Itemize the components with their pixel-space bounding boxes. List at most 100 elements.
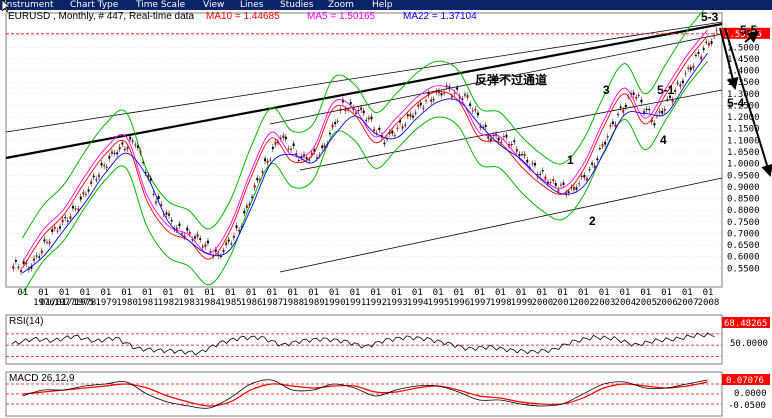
candle-body — [134, 144, 137, 146]
candle-body — [658, 111, 661, 113]
x-month-label: 01 — [557, 288, 568, 298]
candle-body — [243, 210, 246, 214]
candle-body — [502, 136, 505, 138]
candle-body — [165, 212, 168, 215]
candle-body — [287, 148, 290, 150]
candle-body — [526, 159, 529, 163]
x-year-label: 1988 — [282, 298, 304, 308]
candle-body — [617, 114, 620, 116]
x-month-label: 01 — [370, 288, 381, 298]
x-month-label: 01 — [474, 288, 485, 298]
candle-body — [596, 158, 599, 161]
macd-panel: MACD 26,12,9 0.07076 0.0000 -0.0500 — [5, 371, 770, 417]
candle-body — [334, 122, 337, 125]
x-month-label: 01 — [661, 288, 672, 298]
candle-body — [588, 169, 591, 171]
candle-body — [95, 179, 98, 181]
x-month-label: 01 — [287, 288, 298, 298]
candle-body — [601, 144, 604, 147]
menu-time-scale[interactable]: Time Scale — [136, 0, 185, 10]
annotation-wave-5-3: 5-3 — [701, 10, 719, 24]
price-y-tick-label: 1.1000 — [727, 136, 760, 146]
x-year-label: 1991 — [345, 298, 367, 308]
candle-body — [614, 124, 617, 127]
candle-body — [476, 112, 479, 116]
candle-body — [430, 99, 433, 103]
candle-body — [90, 181, 93, 184]
candle-body — [471, 110, 474, 112]
candle-body — [84, 194, 87, 196]
candle-body — [640, 99, 643, 103]
candle-body — [126, 147, 129, 150]
candle-body — [336, 120, 339, 122]
menu-zoom[interactable]: Zoom — [328, 0, 354, 10]
x-month-label: 01 — [267, 288, 278, 298]
x-month-label: 01 — [308, 288, 319, 298]
menu-chart-type[interactable]: Chart Type — [70, 0, 118, 10]
candle-body — [422, 107, 425, 110]
x-month-label: 01 — [516, 288, 527, 298]
candle-body — [518, 154, 521, 157]
candle-body — [123, 149, 126, 151]
x-year-label: 1986 — [241, 298, 263, 308]
price-plot-frame — [5, 12, 723, 288]
candle-body — [116, 152, 119, 155]
menu-view[interactable]: View — [203, 0, 224, 10]
candle-body — [331, 124, 334, 128]
x-year-label: 1990 — [324, 298, 346, 308]
candle-body — [611, 121, 614, 125]
candle-body — [349, 101, 352, 105]
candle-body — [64, 216, 67, 219]
candle-body — [585, 178, 588, 181]
menu-bar: Instrument Chart Type Time Scale View Li… — [0, 0, 772, 10]
candle-body — [562, 182, 565, 185]
candle-body — [684, 73, 687, 75]
menu-help[interactable]: Help — [372, 0, 393, 10]
candle-body — [383, 142, 386, 145]
macd-neg-label: -0.0500 — [728, 401, 766, 411]
x-year-label: 2002 — [573, 298, 595, 308]
candle-body — [572, 187, 575, 190]
candle-body — [35, 255, 38, 257]
candle-body — [305, 157, 308, 160]
candle-body — [71, 205, 74, 209]
price-y-tick-label: 1.4500 — [727, 55, 760, 65]
candle-body — [484, 124, 487, 127]
x-month-label: 01 — [184, 288, 195, 298]
candle-body — [186, 227, 189, 231]
candle-body — [178, 223, 181, 227]
menu-instrument[interactable]: Instrument — [4, 0, 54, 10]
candle-body — [687, 67, 690, 69]
candle-body — [230, 243, 233, 245]
candle-body — [432, 99, 435, 101]
x-year-label: 1989 — [303, 298, 325, 308]
candle-body — [666, 99, 669, 101]
ma10-label: MA10 = 1.44685 — [206, 11, 280, 22]
x-month-label: 01 — [599, 288, 610, 298]
x-year-label: 1985 — [220, 298, 242, 308]
candle-body — [129, 136, 132, 140]
x-month-label: 01 — [578, 288, 589, 298]
candle-body — [152, 193, 155, 195]
candle-body — [645, 108, 648, 110]
candle-body — [14, 260, 17, 262]
candle-body — [204, 244, 207, 247]
menu-studies[interactable]: Studies — [280, 0, 313, 10]
candle-body — [199, 238, 202, 240]
annotation-wave-3: 3 — [603, 83, 610, 97]
candle-body — [373, 129, 376, 132]
menu-lines[interactable]: Lines — [240, 0, 263, 10]
candle-body — [510, 144, 513, 146]
x-month-label: 01 — [163, 288, 174, 298]
candle-body — [534, 163, 537, 166]
chart-canvas[interactable]: EURUSD , Monthly, # 447, Real-time data … — [0, 10, 772, 418]
candle-body — [12, 266, 15, 269]
candle-body — [559, 184, 562, 186]
candle-body — [598, 147, 601, 149]
candle-body — [663, 108, 666, 111]
candle-body — [419, 102, 422, 106]
candle-body — [705, 41, 708, 43]
candle-body — [466, 95, 469, 98]
candle-body — [157, 196, 160, 199]
rsi-panel: RSI(14) 68.48265 50.0000 — [5, 314, 770, 365]
